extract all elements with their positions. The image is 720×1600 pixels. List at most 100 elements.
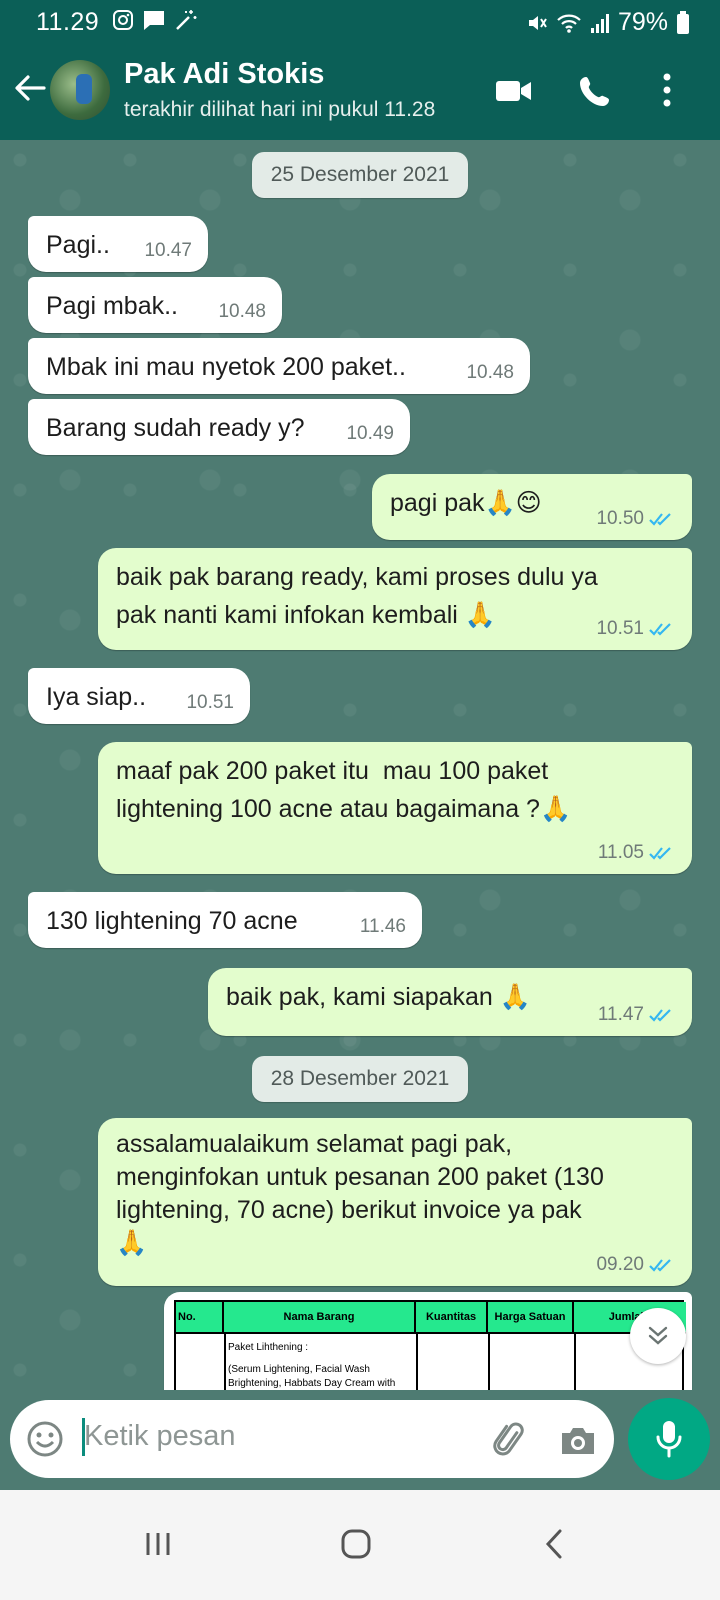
message-time: 10.47 — [144, 240, 192, 261]
invoice-row: Brightening, Habbats Day Cream with — [228, 1378, 396, 1389]
message-incoming[interactable]: Pagi mbak.. 10.48 — [28, 277, 282, 333]
home-button[interactable] — [334, 1522, 378, 1566]
instagram-icon — [113, 10, 133, 30]
message-time-wrap: 10.51 — [596, 618, 676, 640]
last-seen-status: terakhir dilihat hari ini pukul 11.28 — [124, 98, 436, 121]
invoice-row: (Serum Lightening, Facial Wash — [228, 1364, 370, 1375]
message-text: 130 lightening 70 acne — [46, 907, 298, 935]
microphone-icon — [656, 1421, 682, 1458]
attachment-icon[interactable] — [490, 1420, 530, 1460]
message-time: 10.48 — [218, 301, 266, 322]
message-time-wrap: 10.51 — [186, 692, 234, 714]
message-text: pagi pak🙏😊 — [390, 489, 542, 517]
message-time-wrap: 11.46 — [360, 916, 406, 938]
message-text: baik pak, kami siapakan 🙏 — [226, 983, 531, 1011]
microphone-button[interactable] — [628, 1398, 710, 1480]
invoice-header-cell: No. — [176, 1302, 224, 1332]
message-time: 11.47 — [597, 1004, 644, 1025]
message-time-wrap: 10.48 — [218, 301, 266, 323]
battery-icon — [677, 10, 689, 34]
message-incoming[interactable]: Barang sudah ready y? 10.49 — [28, 399, 410, 455]
message-outgoing[interactable]: baik pak, kami siapakan 🙏 11.47 — [208, 968, 692, 1036]
signal-icon — [590, 13, 609, 33]
invoice-image-message[interactable]: No. Nama Barang Kuantitas Harga Satuan J… — [164, 1292, 692, 1390]
table-divider — [224, 1334, 226, 1390]
message-text: maaf pak 200 paket itu mau 100 paket lig… — [116, 757, 572, 823]
invoice-header-cell: Harga Satuan — [488, 1302, 574, 1332]
message-outgoing[interactable]: assalamualaikum selamat pagi pak, mengin… — [98, 1118, 692, 1286]
scroll-down-button[interactable] — [630, 1308, 686, 1364]
notification-icons — [112, 8, 198, 32]
avatar[interactable] — [50, 60, 110, 120]
back-arrow-icon[interactable] — [12, 70, 48, 106]
date-divider: 28 Desember 2021 — [252, 1056, 468, 1102]
double-check-icon — [649, 1009, 671, 1022]
mute-icon — [528, 15, 547, 30]
video-call-icon[interactable] — [494, 76, 534, 106]
message-time: 10.50 — [596, 508, 644, 529]
message-text: Iya siap.. — [46, 683, 147, 711]
voice-call-icon[interactable] — [578, 74, 612, 108]
message-time-wrap: 10.49 — [346, 423, 394, 445]
message-incoming[interactable]: Mbak ini mau nyetok 200 paket.. 10.48 — [28, 338, 530, 394]
message-text: Pagi mbak.. — [46, 292, 179, 320]
message-input[interactable]: Ketik pesan — [10, 1400, 614, 1478]
message-time: 11.46 — [359, 916, 406, 937]
recent-apps-button[interactable] — [136, 1522, 180, 1566]
message-time: 11.05 — [597, 842, 644, 863]
message-incoming[interactable]: Iya siap.. 10.51 — [28, 668, 250, 724]
status-time: 11.29 — [36, 8, 100, 36]
message-time: 10.51 — [186, 692, 234, 713]
invoice-header-cell: Kuantitas — [416, 1302, 488, 1332]
table-divider — [488, 1334, 490, 1390]
emoji-icon[interactable] — [26, 1420, 64, 1458]
top-bar: 11.29 79% Pak Adi Stokis terakhir diliha… — [0, 0, 720, 140]
double-check-icon — [649, 513, 671, 526]
system-nav-bar — [0, 1490, 720, 1600]
date-divider: 25 Desember 2021 — [252, 152, 468, 198]
message-incoming[interactable]: Pagi.. 10.47 — [28, 216, 208, 272]
recent-apps-icon — [146, 1533, 170, 1555]
back-button[interactable] — [532, 1522, 576, 1566]
invoice-header-cell: Nama Barang — [224, 1302, 416, 1332]
chat-area[interactable]: 25 Desember 2021 Pagi.. 10.47 Pagi mbak.… — [0, 140, 720, 1390]
message-time: 10.51 — [596, 618, 644, 639]
message-outgoing[interactable]: pagi pak🙏😊 10.50 — [372, 474, 692, 540]
camera-icon[interactable] — [558, 1420, 598, 1460]
status-bar: 11.29 79% — [0, 0, 720, 44]
invoice-header-row: No. Nama Barang Kuantitas Harga Satuan J… — [176, 1302, 686, 1334]
double-chevron-down-icon — [648, 1326, 668, 1345]
chat-header: Pak Adi Stokis terakhir dilihat hari ini… — [0, 50, 720, 140]
message-time-wrap: 11.47 — [598, 1004, 676, 1026]
message-time: 10.48 — [466, 362, 514, 383]
invoice-row: Paket Lihthening : — [228, 1342, 309, 1353]
back-chevron-icon — [545, 1529, 562, 1559]
message-time-wrap: 09.20 — [596, 1254, 676, 1276]
magic-wand-icon — [176, 10, 197, 30]
message-time-wrap: 10.48 — [466, 362, 514, 384]
contact-name[interactable]: Pak Adi Stokis — [124, 58, 324, 91]
more-options-icon[interactable] — [660, 72, 674, 108]
message-text: Mbak ini mau nyetok 200 paket.. — [46, 353, 406, 381]
message-time: 09.20 — [596, 1254, 644, 1275]
table-divider — [574, 1334, 576, 1390]
message-text: Pagi.. — [46, 231, 110, 259]
table-divider — [416, 1334, 418, 1390]
double-check-icon — [649, 623, 671, 636]
message-text: Barang sudah ready y? — [46, 414, 305, 442]
system-icons: 79% — [526, 8, 690, 37]
message-time-wrap: 11.05 — [598, 842, 676, 864]
message-outgoing[interactable]: baik pak barang ready, kami proses dulu … — [98, 548, 692, 650]
message-time: 10.49 — [346, 423, 394, 444]
input-placeholder: Ketik pesan — [84, 1420, 236, 1452]
input-bar: Ketik pesan — [0, 1390, 720, 1490]
battery-level: 79% — [617, 8, 668, 36]
message-incoming[interactable]: 130 lightening 70 acne 11.46 — [28, 892, 422, 948]
message-text: baik pak barang ready, kami proses dulu … — [116, 563, 598, 629]
message-text: assalamualaikum selamat pagi pak, mengin… — [116, 1130, 604, 1257]
message-outgoing[interactable]: maaf pak 200 paket itu mau 100 paket lig… — [98, 742, 692, 874]
message-time-wrap: 10.50 — [596, 508, 676, 530]
home-icon — [341, 1529, 371, 1559]
wifi-icon — [557, 14, 581, 33]
message-icon — [144, 11, 164, 30]
